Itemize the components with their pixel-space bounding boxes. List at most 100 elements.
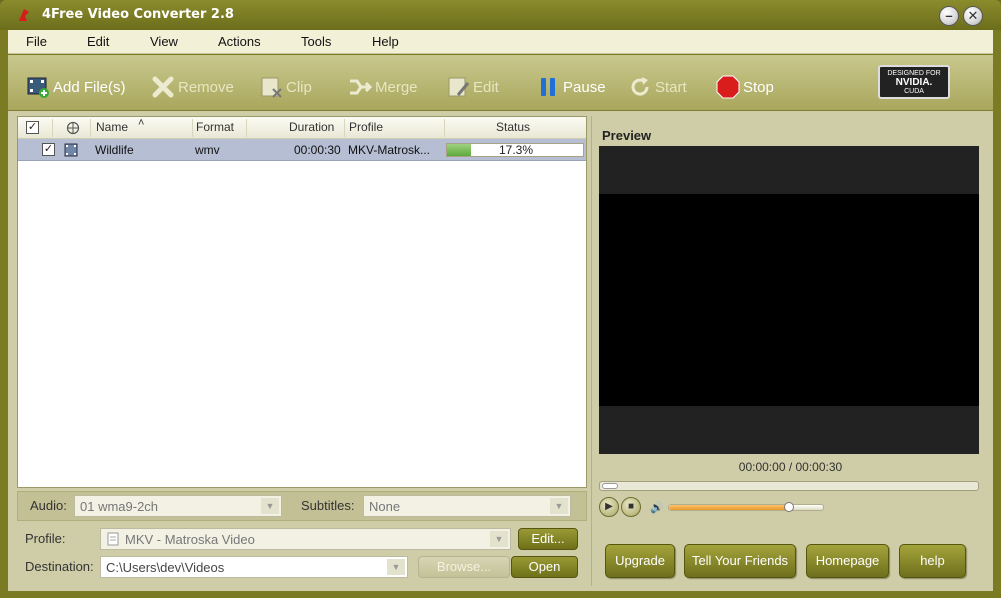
audio-value: 01 wma9-2ch <box>80 499 159 514</box>
nvidia-logo-text: NVIDIA. <box>895 77 933 88</box>
stop-button[interactable]: Stop <box>716 75 774 99</box>
volume-slider[interactable] <box>668 502 824 512</box>
clip-button[interactable]: Clip <box>259 75 312 99</box>
col-format[interactable]: Format <box>196 120 234 134</box>
subtitles-value: None <box>369 499 401 514</box>
start-button[interactable]: Start <box>628 75 687 99</box>
pause-icon <box>541 78 555 96</box>
audio-select[interactable]: 01 wma9-2ch ▼ <box>74 495 282 517</box>
row-duration: 00:00:30 <box>294 143 341 157</box>
subtitles-select[interactable]: None ▼ <box>363 495 571 517</box>
stop-preview-button[interactable]: ■ <box>621 497 641 517</box>
audio-label: Audio: <box>30 498 67 513</box>
preview-panel: Preview 00:00:00 / 00:00:30 ▶ ■ 🔊 Upgrad… <box>591 116 988 586</box>
row-progress-bar: 17.3% <box>446 143 584 157</box>
toolbar: Add File(s) Remove Clip Merge Edit Pause… <box>8 55 993 111</box>
profile-edit-button[interactable]: Edit... <box>518 528 578 550</box>
column-separator <box>192 119 193 137</box>
profile-doc-icon <box>107 532 119 546</box>
chevron-down-icon: ▼ <box>550 498 568 514</box>
help-button[interactable]: help <box>899 544 966 578</box>
start-label: Start <box>655 78 687 96</box>
menu-view[interactable]: View <box>150 34 178 49</box>
link-globe-icon <box>66 121 80 135</box>
column-separator <box>246 119 247 137</box>
audio-subtitle-strip: Audio: 01 wma9-2ch ▼ Subtitles: None ▼ <box>17 491 587 521</box>
volume-icon: 🔊 <box>650 502 664 514</box>
app-logo-icon <box>19 9 29 21</box>
row-status: 17.3% <box>498 143 534 157</box>
col-duration[interactable]: Duration <box>289 120 334 134</box>
subtitles-label: Subtitles: <box>301 498 355 513</box>
chevron-down-icon: ▼ <box>490 531 508 547</box>
open-button[interactable]: Open <box>511 556 578 578</box>
stop-label: Stop <box>743 78 774 96</box>
clip-label: Clip <box>286 78 312 96</box>
minimize-button[interactable]: – <box>939 6 959 26</box>
column-separator <box>90 119 91 137</box>
volume-fill <box>669 505 790 510</box>
seek-slider[interactable] <box>599 481 979 491</box>
edit-film-icon <box>448 77 470 97</box>
menu-bar: File Edit View Actions Tools Help <box>8 30 993 54</box>
browse-button[interactable]: Browse... <box>418 556 510 578</box>
main-area: ✓ Name ˄ Format Duration Profile Status <box>8 111 993 591</box>
preview-time: 00:00:00 / 00:00:30 <box>738 460 843 474</box>
tell-friends-button[interactable]: Tell Your Friends <box>684 544 796 578</box>
select-all-checkbox[interactable]: ✓ <box>26 121 39 134</box>
profile-value: MKV - Matroska Video <box>125 532 255 547</box>
destination-input[interactable]: C:\Users\dev\Videos ▼ <box>100 556 408 578</box>
profile-select[interactable]: MKV - Matroska Video ▼ <box>100 528 511 550</box>
remove-button[interactable]: Remove <box>151 75 234 99</box>
merge-arrow-icon <box>350 79 372 95</box>
menu-tools[interactable]: Tools <box>301 34 331 49</box>
edit-button[interactable]: Edit <box>446 75 499 99</box>
merge-button[interactable]: Merge <box>348 75 418 99</box>
seek-handle[interactable] <box>602 483 618 489</box>
file-list[interactable]: ✓ Name ˄ Format Duration Profile Status <box>17 116 587 488</box>
chevron-down-icon: ▼ <box>387 559 405 575</box>
merge-label: Merge <box>375 78 418 96</box>
col-name[interactable]: Name <box>96 120 128 134</box>
refresh-start-icon <box>631 77 649 96</box>
menu-file[interactable]: File <box>26 34 47 49</box>
preview-screen <box>599 146 979 454</box>
destination-value: C:\Users\dev\Videos <box>106 560 225 575</box>
col-profile[interactable]: Profile <box>349 120 383 134</box>
chevron-down-icon: ▼ <box>261 498 279 514</box>
add-files-button[interactable]: Add File(s) <box>26 75 126 99</box>
file-row[interactable]: ✓ Wildlife wmv 00:00:30 MKV-Matrosk... 1… <box>18 139 586 161</box>
clip-film-icon <box>261 77 282 98</box>
column-separator <box>444 119 445 137</box>
row-name: Wildlife <box>95 143 134 157</box>
video-file-icon <box>64 143 78 157</box>
nvidia-cuda-text: CUDA <box>904 88 924 95</box>
profile-label: Profile: <box>25 531 66 546</box>
menu-actions[interactable]: Actions <box>218 34 261 49</box>
destination-label: Destination: <box>25 559 94 574</box>
add-film-icon <box>27 77 49 98</box>
close-button[interactable]: ✕ <box>963 6 983 26</box>
preview-title: Preview <box>602 128 652 143</box>
stop-sign-icon <box>716 75 740 99</box>
row-checkbox[interactable]: ✓ <box>42 143 55 156</box>
edit-label: Edit <box>473 78 499 96</box>
upgrade-button[interactable]: Upgrade <box>605 544 675 578</box>
window-title: 4Free Video Converter 2.8 <box>42 7 234 22</box>
add-files-label: Add File(s) <box>53 78 126 96</box>
col-status[interactable]: Status <box>496 120 530 134</box>
play-button[interactable]: ▶ <box>599 497 619 517</box>
title-bar: 4Free Video Converter 2.8 – ✕ <box>0 0 1001 30</box>
homepage-button[interactable]: Homepage <box>806 544 889 578</box>
nvidia-cuda-badge: DESIGNED FOR NVIDIA. CUDA <box>878 65 950 99</box>
row-format: wmv <box>195 143 220 157</box>
pause-button[interactable]: Pause <box>536 75 606 99</box>
pause-label: Pause <box>563 78 606 96</box>
row-profile: MKV-Matrosk... <box>348 143 431 157</box>
remove-x-icon <box>152 76 174 98</box>
menu-help[interactable]: Help <box>372 34 399 49</box>
column-separator <box>52 119 53 137</box>
volume-handle[interactable] <box>784 502 795 512</box>
menu-edit[interactable]: Edit <box>87 34 109 49</box>
column-separator <box>344 119 345 137</box>
